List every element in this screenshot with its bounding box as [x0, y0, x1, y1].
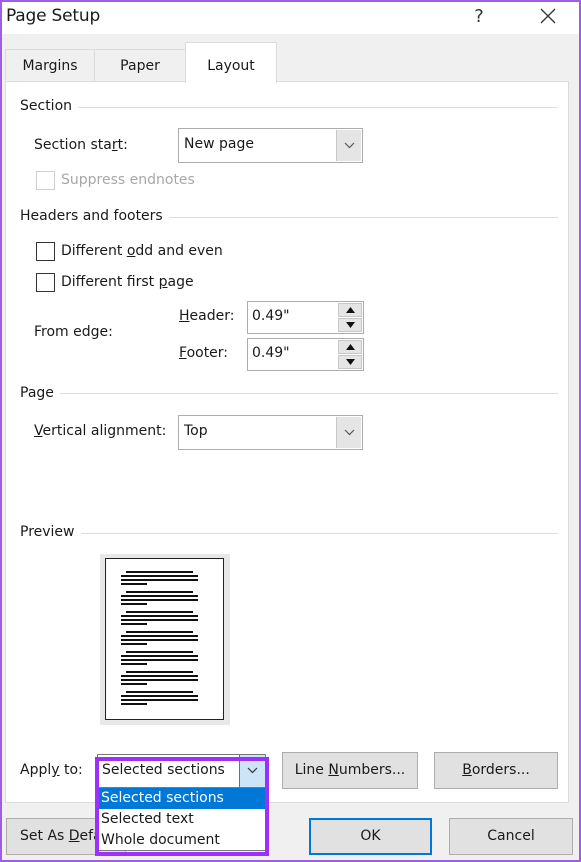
- preview-text-line: [121, 635, 198, 637]
- section-start-dropdown-button[interactable]: [336, 130, 361, 161]
- ok-button[interactable]: OK: [309, 818, 432, 855]
- vertical-alignment-value: Top: [184, 423, 208, 439]
- preview-text-line: [121, 599, 198, 601]
- tab-layout[interactable]: Layout: [185, 42, 277, 83]
- preview-text-line: [121, 583, 147, 585]
- preview-text-line: [121, 595, 198, 597]
- from-edge-label: From edge:: [34, 324, 113, 340]
- triangle-down-icon: [346, 359, 355, 365]
- preview-heading: Preview: [20, 524, 81, 540]
- preview-text-line: [121, 659, 198, 661]
- preview-text-line: [121, 683, 147, 685]
- different-first-page-label: Different first page: [61, 274, 194, 290]
- suppress-endnotes-label: Suppress endnotes: [61, 172, 195, 188]
- preview-text-line: [121, 623, 147, 625]
- vertical-alignment-label: Vertical alignment:: [34, 423, 167, 439]
- preview-text-line: [121, 643, 147, 645]
- chevron-down-icon: [344, 142, 355, 149]
- tab-paper[interactable]: Paper: [94, 49, 186, 82]
- triangle-up-icon: [346, 344, 355, 350]
- preview-text-line: [126, 631, 193, 633]
- header-distance-value[interactable]: 0.49": [252, 308, 290, 324]
- page-divider: [22, 393, 558, 394]
- preview-text-line: [121, 703, 147, 705]
- preview-text-line: [121, 579, 198, 581]
- preview-text-line: [121, 575, 198, 577]
- preview-text-line: [126, 651, 193, 653]
- help-button[interactable]: ?: [464, 4, 494, 30]
- title-bar: Page Setup ?: [2, 2, 579, 34]
- preview-text-line: [121, 655, 198, 657]
- different-first-page-checkbox[interactable]: [36, 273, 55, 292]
- different-odd-even-checkbox[interactable]: [36, 242, 55, 261]
- vertical-alignment-dropdown-button[interactable]: [336, 417, 361, 448]
- apply-to-option-selected-sections[interactable]: Selected sections: [98, 788, 265, 809]
- footer-distance-value[interactable]: 0.49": [252, 345, 290, 361]
- section-divider: [22, 107, 558, 108]
- preview-text-line: [121, 663, 147, 665]
- tab-margins[interactable]: Margins: [5, 49, 95, 82]
- section-heading: Section: [20, 98, 79, 114]
- preview-text-line: [121, 699, 198, 701]
- preview-text-line: [126, 591, 193, 593]
- chevron-down-icon: [247, 767, 258, 774]
- apply-to-option-whole-document[interactable]: Whole document: [98, 830, 265, 851]
- header-increment-button[interactable]: [338, 303, 362, 317]
- preview-text-line: [121, 695, 198, 697]
- footer-distance-spinner[interactable]: 0.49": [247, 338, 364, 371]
- header-distance-label: Header:: [179, 308, 235, 324]
- footer-decrement-button[interactable]: [338, 355, 362, 369]
- apply-to-value: Selected sections: [102, 762, 225, 778]
- page-setup-dialog: Page Setup ? Margins Paper Layout Sectio…: [0, 0, 581, 862]
- section-start-label: Section start:: [34, 137, 128, 153]
- header-distance-spinner[interactable]: 0.49": [247, 301, 364, 334]
- footer-distance-label: Footer:: [179, 345, 229, 361]
- apply-to-dropdown-button[interactable]: [239, 755, 265, 787]
- header-decrement-button[interactable]: [338, 318, 362, 332]
- preview-text-line: [126, 671, 193, 673]
- apply-to-select[interactable]: Selected sections: [97, 754, 266, 788]
- close-icon: [540, 8, 556, 24]
- preview-text-line: [121, 675, 198, 677]
- preview-text-line: [126, 611, 193, 613]
- section-start-select[interactable]: New page: [178, 128, 363, 163]
- preview-text-line: [121, 615, 198, 617]
- apply-to-option-selected-text[interactable]: Selected text: [98, 809, 265, 830]
- apply-to-options-list: Selected sections Selected text Whole do…: [97, 787, 266, 851]
- section-start-value: New page: [184, 136, 254, 152]
- triangle-up-icon: [346, 307, 355, 313]
- apply-to-label: Apply to:: [20, 762, 83, 778]
- different-odd-even-label: Different odd and even: [61, 243, 223, 259]
- preview-page-thumbnail: [105, 558, 224, 720]
- triangle-down-icon: [346, 322, 355, 328]
- preview-text-line: [126, 571, 193, 573]
- preview-text-line: [121, 639, 198, 641]
- footer-increment-button[interactable]: [338, 340, 362, 354]
- borders-button[interactable]: Borders...: [434, 752, 558, 789]
- dialog-title: Page Setup: [6, 6, 101, 26]
- line-numbers-button[interactable]: Line Numbers...: [282, 752, 418, 789]
- preview-text-line: [121, 619, 198, 621]
- preview-text-line: [121, 603, 147, 605]
- preview-text-line: [121, 679, 198, 681]
- vertical-alignment-select[interactable]: Top: [178, 415, 363, 450]
- preview-divider: [22, 533, 558, 534]
- close-button[interactable]: [530, 4, 566, 30]
- preview-text-line: [126, 691, 193, 693]
- suppress-endnotes-checkbox[interactable]: [36, 171, 55, 190]
- page-heading: Page: [20, 385, 60, 401]
- headers-footers-heading: Headers and footers: [20, 208, 169, 224]
- cancel-button[interactable]: Cancel: [449, 818, 573, 855]
- chevron-down-icon: [344, 429, 355, 436]
